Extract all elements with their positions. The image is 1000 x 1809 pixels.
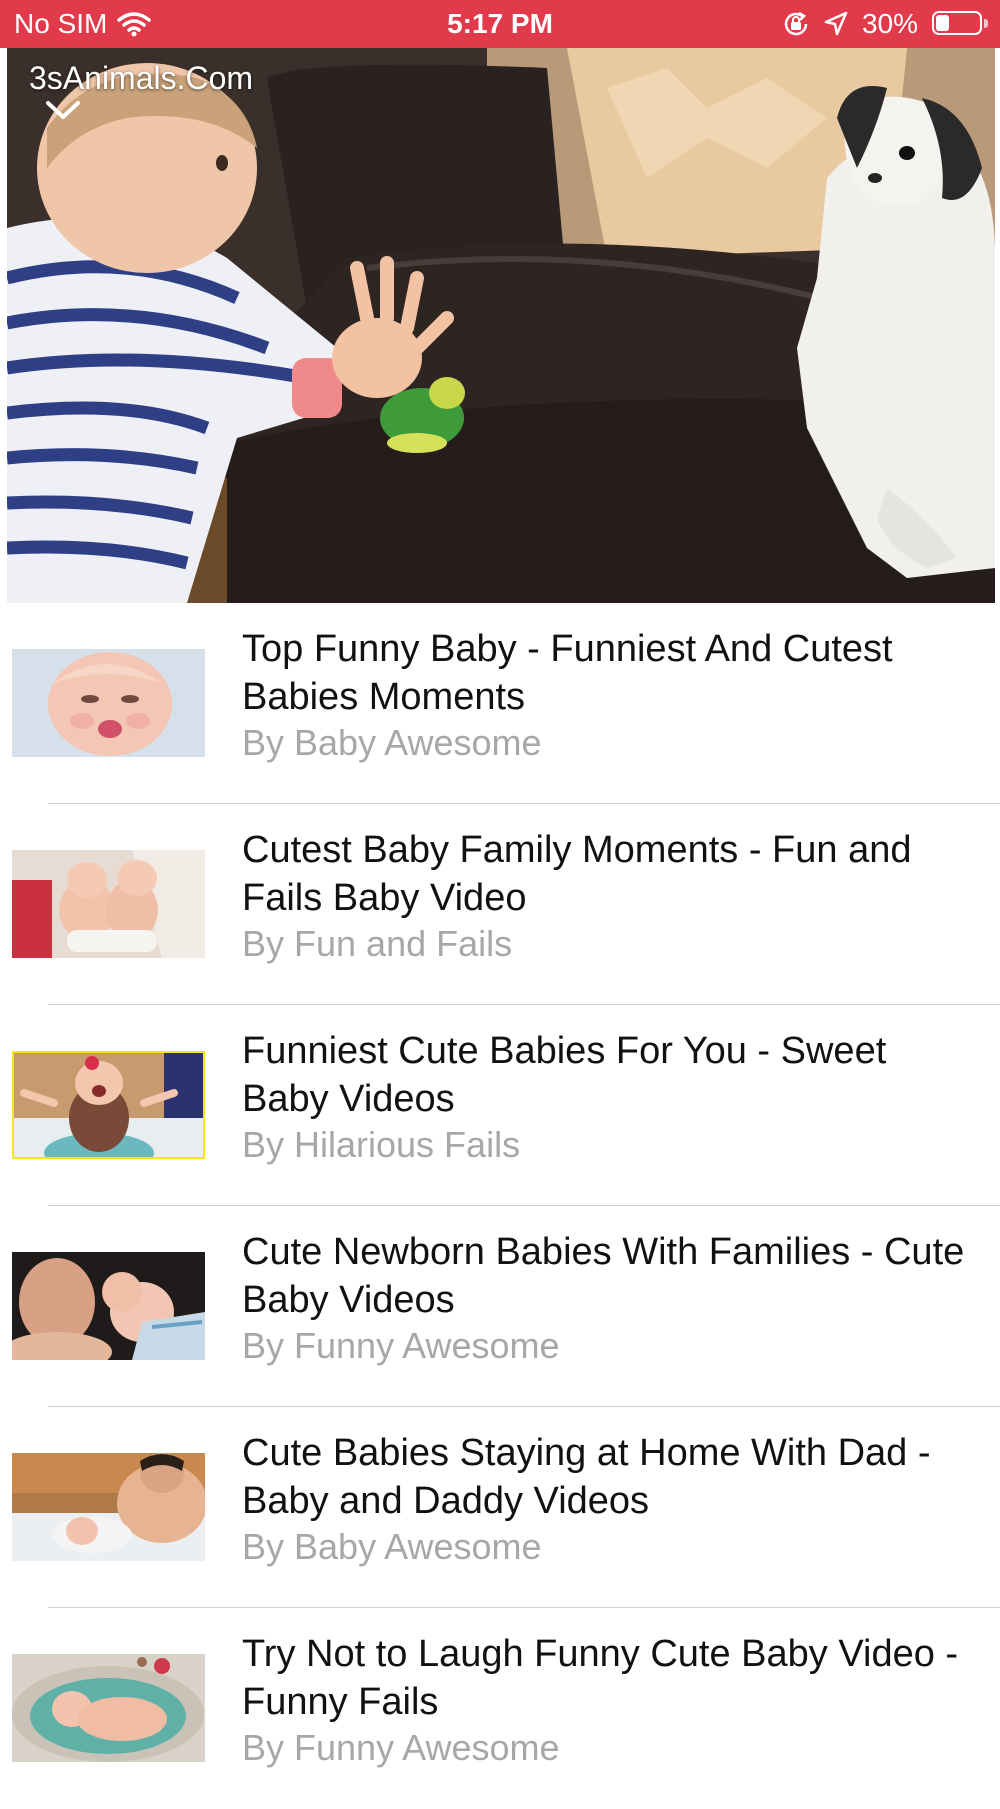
video-player[interactable]: 3sAnimals.Com (7, 48, 995, 603)
video-thumbnail[interactable] (12, 649, 205, 757)
video-author: By Funny Awesome (242, 1727, 560, 1768)
list-item[interactable]: Funniest Cute Babies For You - Sweet Bab… (0, 1005, 1000, 1206)
battery-icon (932, 11, 988, 37)
video-title: Cute Newborn Babies With Families - Cute… (242, 1231, 965, 1321)
video-frame (7, 48, 995, 603)
battery-fill (936, 15, 949, 31)
status-bar: No SIM 5:17 PM 30% (0, 0, 1000, 48)
video-author: By Hilarious Fails (242, 1124, 521, 1165)
rotation-lock-icon (782, 10, 810, 38)
video-thumbnail[interactable] (12, 850, 205, 958)
video-title: Cutest Baby Family Moments - Fun and Fai… (242, 829, 912, 919)
video-watermark: 3sAnimals.Com (29, 60, 254, 96)
video-title: Cute Babies Staying at Home With Dad - B… (242, 1432, 931, 1522)
video-author: By Fun and Fails (242, 923, 513, 964)
status-right: 30% (782, 8, 988, 40)
location-arrow-icon (824, 11, 848, 37)
video-author: By Baby Awesome (242, 722, 542, 763)
related-video-list: Top Funny Baby - Funniest And Cutest Bab… (0, 603, 1000, 1809)
video-author: By Baby Awesome (242, 1526, 542, 1567)
list-item[interactable]: Cute Babies Staying at Home With Dad - B… (0, 1407, 1000, 1608)
chevron-down-icon[interactable] (45, 100, 81, 127)
video-title: Try Not to Laugh Funny Cute Baby Video -… (242, 1633, 959, 1723)
video-title: Funniest Cute Babies For You - Sweet Bab… (242, 1030, 887, 1120)
video-thumbnail[interactable] (12, 1252, 205, 1360)
list-item[interactable]: Cute Newborn Babies With Families - Cute… (0, 1206, 1000, 1407)
video-title: Top Funny Baby - Funniest And Cutest Bab… (242, 628, 893, 718)
list-item[interactable]: Try Not to Laugh Funny Cute Baby Video -… (0, 1608, 1000, 1809)
list-item[interactable]: Top Funny Baby - Funniest And Cutest Bab… (0, 603, 1000, 804)
video-thumbnail[interactable] (12, 1654, 205, 1762)
list-item[interactable]: Cutest Baby Family Moments - Fun and Fai… (0, 804, 1000, 1005)
battery-percent: 30% (861, 8, 918, 39)
video-thumbnail[interactable] (12, 1453, 205, 1561)
video-author: By Funny Awesome (242, 1325, 560, 1366)
video-thumbnail[interactable] (12, 1051, 205, 1159)
